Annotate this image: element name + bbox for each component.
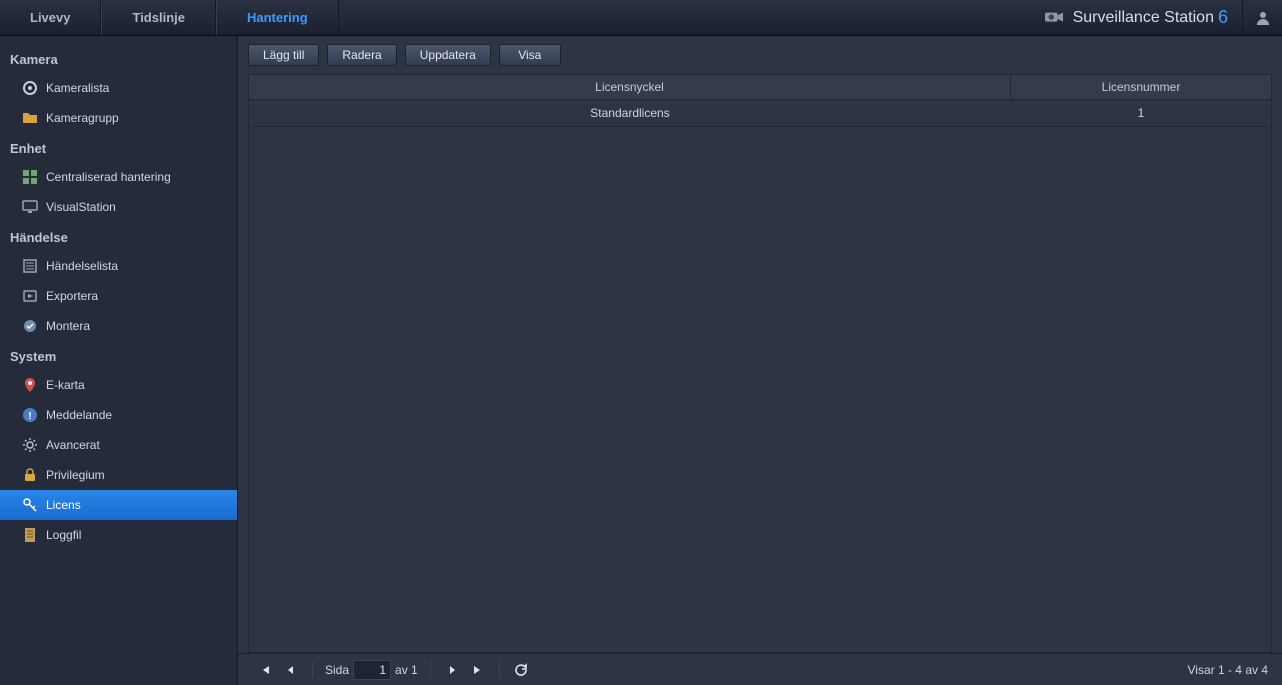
last-page-button[interactable]: [467, 659, 489, 681]
sidebar-item-label: Meddelande: [46, 408, 112, 422]
pager-separator: [312, 661, 313, 679]
topnav-tidslinje[interactable]: Tidslinje: [101, 0, 216, 35]
show-button[interactable]: Visa: [499, 44, 561, 66]
log-icon: [22, 527, 38, 543]
table-body: Standardlicens 1: [248, 100, 1272, 653]
pager-separator: [430, 661, 431, 679]
table-row[interactable]: Standardlicens 1: [249, 100, 1271, 127]
first-page-button[interactable]: [254, 659, 276, 681]
sidebar-item-label: E-karta: [46, 378, 85, 392]
list-icon: [22, 258, 38, 274]
top-bar: Livevy Tidslinje Hantering Surveillance …: [0, 0, 1282, 36]
key-icon: [22, 497, 38, 513]
topnav-livevy[interactable]: Livevy: [0, 0, 101, 35]
sidebar-item-label: Exportera: [46, 289, 98, 303]
sidebar-item-label: Montera: [46, 319, 90, 333]
info-icon: !: [22, 407, 38, 423]
sidebar-item-label: Händelselista: [46, 259, 118, 273]
svg-text:!: !: [28, 411, 31, 422]
sidebar-item-montera[interactable]: Montera: [0, 311, 237, 341]
license-table: Licensnyckel Licensnummer Standardlicens…: [238, 74, 1282, 653]
map-pin-icon: [22, 377, 38, 393]
sidebar-item-meddelande[interactable]: ! Meddelande: [0, 400, 237, 430]
sidebar: Kamera Kameralista Kameragrupp Enhet Cen…: [0, 36, 237, 685]
update-button[interactable]: Uppdatera: [405, 44, 491, 66]
last-page-icon: [472, 664, 484, 676]
brand-icon: [1043, 9, 1065, 27]
sidebar-item-label: Kameralista: [46, 81, 109, 95]
sidebar-item-label: Loggfil: [46, 528, 81, 542]
sidebar-item-label: Kameragrupp: [46, 111, 119, 125]
sidebar-item-centralhantering[interactable]: Centraliserad hantering: [0, 162, 237, 192]
page-label: Sida: [325, 663, 349, 677]
top-nav: Livevy Tidslinje Hantering: [0, 0, 339, 35]
sidebar-item-loggfil[interactable]: Loggfil: [0, 520, 237, 550]
monitor-icon: [22, 199, 38, 215]
brand-name: Surveillance Station: [1073, 9, 1214, 27]
sidebar-group-system: System: [0, 341, 237, 370]
pager: Sida av 1 Visar 1 - 4 av 4: [238, 653, 1282, 685]
chevron-left-icon: [285, 664, 297, 676]
add-button[interactable]: Lägg till: [248, 44, 319, 66]
pager-separator: [499, 661, 500, 679]
brand: Surveillance Station 6: [1029, 7, 1242, 28]
refresh-icon: [514, 663, 528, 677]
prev-page-button[interactable]: [280, 659, 302, 681]
sidebar-group-handelse: Händelse: [0, 222, 237, 251]
delete-button[interactable]: Radera: [327, 44, 396, 66]
refresh-button[interactable]: [510, 659, 532, 681]
col-license-key[interactable]: Licensnyckel: [249, 75, 1011, 99]
topnav-hantering[interactable]: Hantering: [216, 0, 339, 35]
sidebar-item-ekarta[interactable]: E-karta: [0, 370, 237, 400]
user-icon: [1255, 10, 1271, 26]
sidebar-item-handelselista[interactable]: Händelselista: [0, 251, 237, 281]
sidebar-item-licens[interactable]: Licens: [0, 490, 237, 520]
page-input[interactable]: [353, 660, 391, 680]
camera-icon: [22, 80, 38, 96]
folder-icon: [22, 110, 38, 126]
next-page-button[interactable]: [441, 659, 463, 681]
table-header: Licensnyckel Licensnummer: [248, 74, 1272, 100]
sidebar-item-label: VisualStation: [46, 200, 116, 214]
sidebar-item-exportera[interactable]: Exportera: [0, 281, 237, 311]
sidebar-item-label: Centraliserad hantering: [46, 170, 171, 184]
sidebar-item-visualstation[interactable]: VisualStation: [0, 192, 237, 222]
mount-icon: [22, 318, 38, 334]
sidebar-item-kameragrupp[interactable]: Kameragrupp: [0, 103, 237, 133]
sidebar-item-label: Licens: [46, 498, 81, 512]
lock-icon: [22, 467, 38, 483]
pager-status: Visar 1 - 4 av 4: [1188, 663, 1268, 677]
first-page-icon: [259, 664, 271, 676]
content-panel: Lägg till Radera Uppdatera Visa Licensny…: [237, 36, 1282, 685]
user-menu[interactable]: [1242, 0, 1282, 35]
sidebar-group-kamera: Kamera: [0, 44, 237, 73]
sidebar-item-kameralista[interactable]: Kameralista: [0, 73, 237, 103]
sidebar-group-enhet: Enhet: [0, 133, 237, 162]
sidebar-item-privilegium[interactable]: Privilegium: [0, 460, 237, 490]
sidebar-item-label: Avancerat: [46, 438, 100, 452]
toolbar: Lägg till Radera Uppdatera Visa: [238, 36, 1282, 74]
brand-version: 6: [1218, 7, 1228, 28]
cell-license-key: Standardlicens: [249, 100, 1011, 126]
col-license-number[interactable]: Licensnummer: [1011, 75, 1271, 99]
gear-icon: [22, 437, 38, 453]
export-icon: [22, 288, 38, 304]
cell-license-number: 1: [1011, 100, 1271, 126]
sidebar-item-label: Privilegium: [46, 468, 105, 482]
grid-icon: [22, 169, 38, 185]
chevron-right-icon: [446, 664, 458, 676]
page-total-label: av 1: [395, 663, 418, 677]
sidebar-item-avancerat[interactable]: Avancerat: [0, 430, 237, 460]
